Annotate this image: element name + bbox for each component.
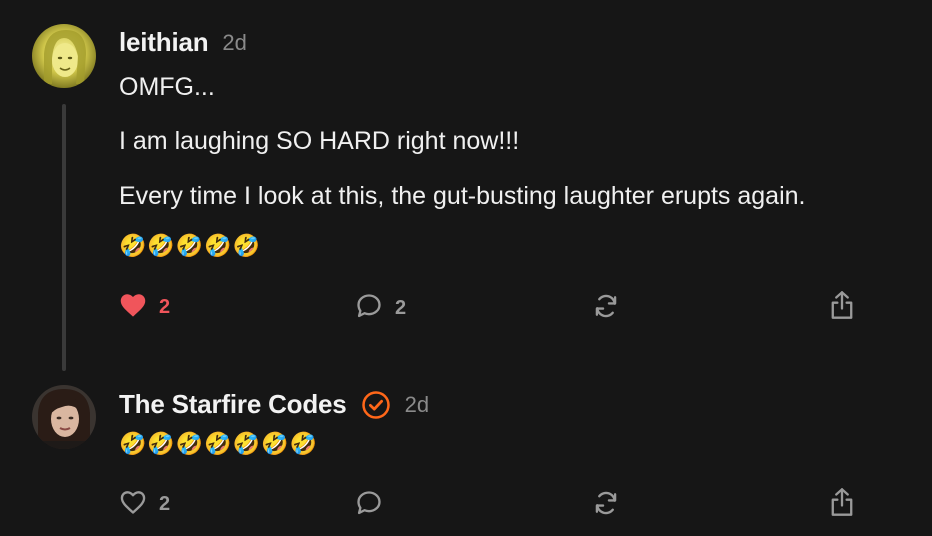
rofl-emoji: 🤣	[289, 431, 317, 456]
emoji-row: 🤣 🤣 🤣 🤣 🤣 🤣 🤣	[119, 433, 317, 455]
share-button[interactable]	[828, 290, 856, 325]
username[interactable]: leithian	[119, 27, 209, 58]
like-count: 2	[159, 296, 171, 318]
comment-the-starfire-codes: The Starfire Codes 2d 🤣 🤣 🤣 🤣 🤣 🤣 🤣 2	[0, 380, 932, 536]
comment-header: leithian 2d	[119, 27, 247, 58]
heart-icon	[119, 292, 147, 323]
rofl-emoji: 🤣	[232, 431, 261, 456]
rofl-emoji: 🤣	[119, 233, 147, 258]
rofl-emoji: 🤣	[175, 431, 204, 456]
comment-header: The Starfire Codes 2d	[119, 389, 429, 420]
rofl-emoji: 🤣	[147, 431, 175, 456]
reply-count: 2	[395, 297, 407, 319]
timestamp[interactable]: 2d	[222, 30, 246, 56]
rofl-emoji: 🤣	[147, 233, 175, 258]
comment-leithian: leithian 2d OMFG... I am laughing SO HAR…	[0, 0, 932, 380]
rofl-emoji: 🤣	[175, 233, 204, 258]
heart-icon	[119, 489, 147, 520]
username[interactable]: The Starfire Codes	[119, 389, 347, 420]
rofl-emoji: 🤣	[204, 233, 232, 258]
rofl-emoji: 🤣	[232, 233, 261, 258]
comment-line: Every time I look at this, the gut-busti…	[119, 182, 806, 210]
rofl-emoji: 🤣	[204, 431, 232, 456]
like-button[interactable]: 2	[119, 489, 170, 520]
share-icon	[828, 290, 856, 325]
restack-icon	[592, 489, 620, 522]
restack-button[interactable]	[592, 489, 620, 522]
restack-icon	[592, 292, 620, 325]
like-button[interactable]: 2	[119, 292, 170, 323]
comment-line: I am laughing SO HARD right now!!!	[119, 127, 520, 155]
reply-button[interactable]	[355, 489, 383, 522]
like-count: 2	[159, 493, 171, 515]
rofl-emoji: 🤣	[119, 431, 147, 456]
share-button[interactable]	[828, 487, 856, 522]
avatar[interactable]	[32, 24, 96, 88]
verified-check-icon	[361, 390, 391, 420]
emoji-row: 🤣 🤣 🤣 🤣 🤣	[119, 235, 260, 257]
comment-bubble-icon	[355, 292, 383, 325]
thread-line	[62, 104, 66, 371]
share-icon	[828, 487, 856, 522]
timestamp[interactable]: 2d	[405, 392, 429, 418]
comment-bubble-icon	[355, 489, 383, 522]
avatar[interactable]	[32, 385, 96, 449]
comment-line: OMFG...	[119, 73, 215, 101]
reply-button[interactable]: 2	[355, 292, 406, 325]
restack-button[interactable]	[592, 292, 620, 325]
rofl-emoji: 🤣	[261, 431, 289, 456]
